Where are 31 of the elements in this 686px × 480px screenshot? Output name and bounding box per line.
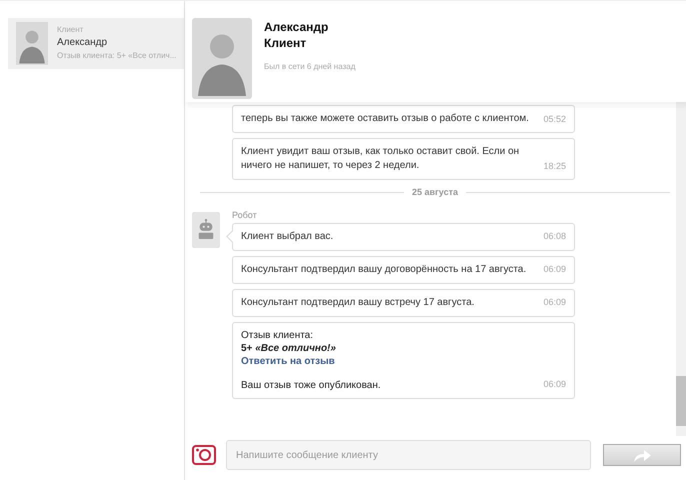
message-time: 06:08 (543, 230, 566, 243)
message-time: 06:09 (543, 296, 566, 309)
contact-role: Клиент (57, 24, 84, 36)
message-preview: Отзыв клиента: 5+ «Все отлич... (57, 50, 176, 62)
message-input[interactable]: Напишите сообщение клиенту (226, 440, 591, 470)
online-status: Был в сети 6 дней назад (264, 61, 356, 73)
camera-icon[interactable] (192, 445, 216, 465)
message-text: Консультант подтвердил вашу договорённость на 17 августа. (241, 262, 526, 276)
reply-link[interactable]: Ответить на отзыв (241, 354, 381, 368)
review-rating: 5+ «Все отлично!» (241, 342, 337, 354)
message-text: Консультант подтвердил вашу встречу 17 августа. (241, 296, 474, 310)
contact-surname: Клиент (264, 35, 308, 51)
message-time: 05:52 (543, 112, 566, 126)
message-text: Клиент выбрал вас. (241, 230, 334, 244)
contact-name: Александр (57, 36, 108, 49)
message-text: теперь вы также можете оставить отзыв о работе с клиентом. (241, 112, 529, 126)
message-time: 18:25 (543, 160, 566, 172)
date-separator: 25 августа (412, 186, 458, 199)
share-arrow-icon (632, 448, 652, 462)
contact-name: Александр (264, 19, 330, 35)
message-time: 06:09 (543, 378, 566, 391)
avatar-photo-placeholder (16, 22, 48, 65)
review-label: Отзыв клиента: (241, 328, 314, 342)
chat-list-item[interactable]: Клиент Александр Отзыв клиента: 5+ «Все отлич... (8, 18, 184, 69)
robot-icon (197, 218, 215, 242)
message-text: Ваш отзыв тоже опубликован. (241, 378, 381, 392)
send-button[interactable] (603, 444, 681, 466)
sender-name: Робот (232, 210, 257, 220)
message-time: 06:09 (543, 263, 566, 276)
scrollbar[interactable] (676, 102, 686, 436)
message-text: Клиент увидит ваш отзыв, как только оставит свой. Если он ничего не напишет, то через 2 недели. (241, 145, 520, 173)
